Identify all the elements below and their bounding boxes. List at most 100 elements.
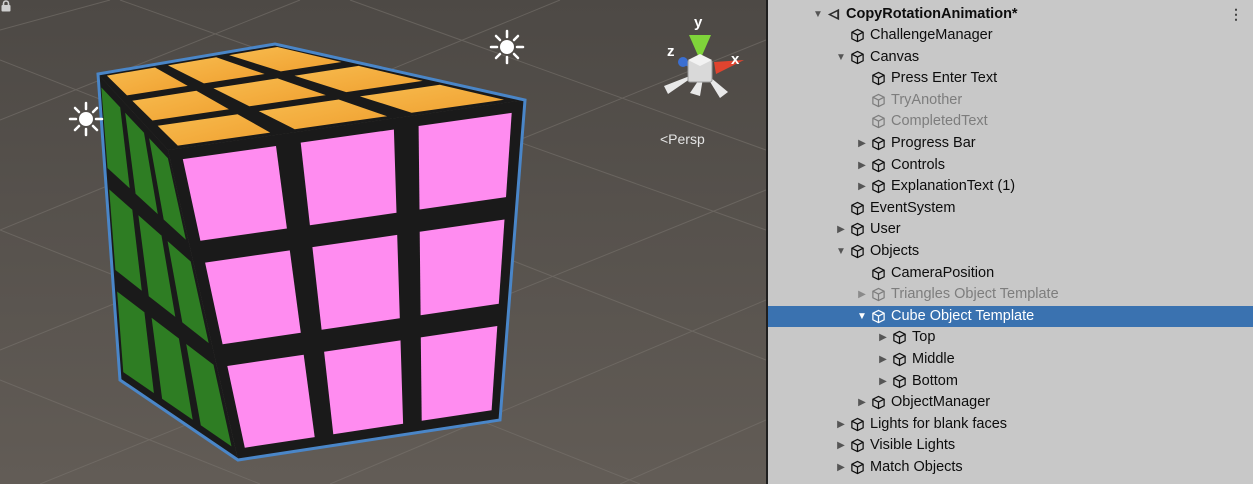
hierarchy-item-label: Visible Lights [870,437,956,454]
hierarchy-panel[interactable]: ▼ CopyRotationAnimation* ⋮ ChallengeMana… [768,0,1253,484]
gameobject-cube-icon [871,93,886,108]
lock-icon[interactable] [0,0,12,12]
cube-front-facelet [182,146,287,241]
hierarchy-item-label: User [870,221,901,238]
hierarchy-item-label: TryAnother [891,91,963,108]
expand-arrow-icon[interactable]: ▼ [835,47,847,68]
collapse-arrow-icon[interactable]: ▶ [877,371,889,392]
hierarchy-item[interactable]: TryAnother [768,90,1253,111]
scene-root-row[interactable]: ▼ CopyRotationAnimation* ⋮ [768,4,1253,25]
gizmo-y-label: y [694,14,703,31]
scene-canvas[interactable]: y x z [0,0,766,484]
light-icon-left[interactable] [68,101,104,137]
cube-front-facelet [324,340,404,435]
hierarchy-item[interactable]: ▶ Controls [768,155,1253,176]
gameobject-cube-icon [871,287,886,302]
gameobject-cube-icon [850,50,865,65]
unity-scene-icon [827,8,840,21]
hierarchy-item[interactable]: ▶ Match Objects [768,457,1253,478]
hierarchy-item[interactable]: ▶ Visible Lights [768,435,1253,456]
more-options-icon[interactable]: ⋮ [1229,4,1243,25]
gameobject-cube-icon [850,222,865,237]
gameobject-cube-icon [871,309,886,324]
cube-front-facelet [418,112,512,210]
hierarchy-item[interactable]: ▶ User [768,219,1253,240]
scene-view[interactable]: y x z <Persp [0,0,766,484]
expand-arrow-icon[interactable]: ▼ [812,4,824,25]
collapse-arrow-icon[interactable]: ▶ [835,414,847,435]
hierarchy-item[interactable]: ▶ Lights for blank faces [768,414,1253,435]
light-icon-right[interactable] [489,29,525,65]
cube-front-facelet [312,234,400,330]
hierarchy-item-label: Controls [891,156,945,173]
gameobject-cube-icon [871,395,886,410]
hierarchy-item-label: Match Objects [870,459,963,475]
hierarchy-item-label: Cube Object Template [891,307,1035,324]
hierarchy-item-label: Triangles Object Template [891,286,1059,303]
hierarchy-item-label: EventSystem [870,199,956,216]
gameobject-cube-icon [871,71,886,86]
hierarchy-item[interactable]: EventSystem [768,198,1253,219]
hierarchy-item-label: Press Enter Text [891,70,998,87]
gameobject-cube-icon [850,28,865,43]
hierarchy-item-label: Canvas [870,48,920,65]
hierarchy-item[interactable]: ▼ Canvas [768,47,1253,68]
hierarchy-item[interactable]: ChallengeManager [768,25,1253,46]
collapse-arrow-icon[interactable]: ▶ [856,133,868,154]
hierarchy-item[interactable]: ▶ Progress Bar [768,133,1253,154]
gameobject-cube-icon [892,330,907,345]
hierarchy-item[interactable]: ▶ Bottom [768,371,1253,392]
hierarchy-item-label: ObjectManager [891,394,991,411]
collapse-arrow-icon[interactable]: ▶ [856,392,868,413]
gizmo-z-label: z [667,43,675,60]
gameobject-cube-icon [892,374,907,389]
collapse-arrow-icon[interactable]: ▶ [856,176,868,197]
hierarchy-item[interactable]: CompletedText [768,111,1253,132]
projection-toggle[interactable]: <Persp [660,131,705,147]
hierarchy-item-label: Middle [912,351,955,367]
hierarchy-item[interactable]: ▼ Cube Object Template [768,305,1253,327]
collapse-arrow-icon[interactable]: ▶ [856,284,868,305]
cube-front-facelet [420,326,498,421]
hierarchy-item-label: ChallengeManager [870,27,993,43]
gizmo-x-label: x [731,51,740,68]
gameobject-cube-icon [850,201,865,216]
hierarchy-item[interactable]: ▶ ObjectManager [768,392,1253,413]
expand-arrow-icon[interactable]: ▼ [856,306,868,327]
gameobject-cube-icon [871,136,886,151]
gameobject-cube-icon [850,460,865,475]
collapse-arrow-icon[interactable]: ▶ [877,349,889,370]
gameobject-cube-icon [871,158,886,173]
gameobject-cube-icon [850,438,865,453]
gameobject-cube-icon [871,266,886,281]
hierarchy-item-label: CompletedText [891,113,988,130]
hierarchy-item[interactable]: CameraPosition [768,263,1253,284]
hierarchy-item[interactable]: ▶ Middle [768,349,1253,370]
hierarchy-item-label: CameraPosition [891,264,995,281]
hierarchy-item-label: Top [912,329,936,346]
gameobject-cube-icon [850,244,865,259]
cube-front-facelet [419,219,505,316]
hierarchy-item[interactable]: ▼ Objects [768,241,1253,262]
collapse-arrow-icon[interactable]: ▶ [877,327,889,348]
gameobject-cube-icon [892,352,907,367]
hierarchy-item-label: Lights for blank faces [870,415,1008,432]
hierarchy-item[interactable]: ▶ ExplanationText (1) [768,176,1253,197]
gameobject-cube-icon [871,179,886,194]
hierarchy-item-label: Objects [870,243,920,259]
collapse-arrow-icon[interactable]: ▶ [835,457,847,478]
collapse-arrow-icon[interactable]: ▶ [835,435,847,456]
hierarchy-item-label: ExplanationText (1) [891,178,1016,195]
cube-object[interactable] [96,42,527,462]
expand-arrow-icon[interactable]: ▼ [835,241,847,262]
hierarchy-item[interactable]: ▶ Top [768,327,1253,348]
hierarchy-item[interactable]: ▶ Triangles Object Template [768,284,1253,305]
hierarchy-item-label: Bottom [912,372,958,389]
gameobject-cube-icon [871,114,886,129]
hierarchy-item[interactable]: Press Enter Text [768,68,1253,89]
collapse-arrow-icon[interactable]: ▶ [856,155,868,176]
hierarchy-item-label: Progress Bar [891,135,976,151]
gameobject-cube-icon [850,417,865,432]
scene-name: CopyRotationAnimation* [846,6,1018,22]
collapse-arrow-icon[interactable]: ▶ [835,219,847,240]
